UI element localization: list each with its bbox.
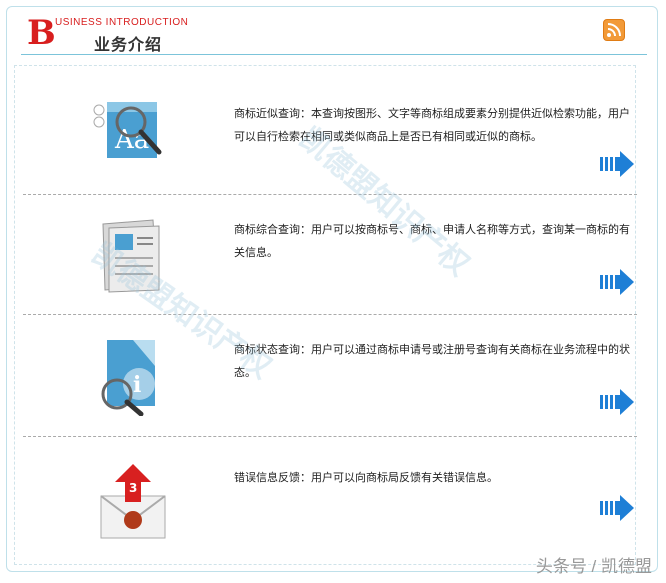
service-list: Aa 商标近似查询：本查询按图形、文字等商标组成要素分别提供近似检索功能，用户可…	[14, 65, 637, 565]
list-item: 商标综合查询：用户可以按商标号、商标、申请人名称等方式，查询某一商标的有关信息。	[15, 194, 637, 315]
service-description: 错误信息反馈：用户可以向商标局反馈有关错误信息。	[234, 471, 498, 484]
info-magnify-icon: i	[93, 336, 173, 417]
more-arrow-icon[interactable]	[600, 268, 636, 296]
list-item: 3 错误信息反馈：用户可以向商标局反馈有关错误信息。	[15, 436, 637, 564]
source-watermark: 头条号 / 凯德盟	[535, 557, 652, 576]
list-item: Aa 商标近似查询：本查询按图形、文字等商标组成要素分别提供近似检索功能，用户可…	[15, 66, 637, 195]
header-divider	[21, 54, 647, 55]
panel-header: B USINESS INTRODUCTION 业务介绍	[7, 7, 657, 59]
more-arrow-icon[interactable]	[600, 150, 636, 178]
page-title: 业务介绍	[94, 35, 163, 54]
magnify-text-icon: Aa	[93, 92, 173, 172]
business-panel: B USINESS INTRODUCTION 业务介绍 Aa 商标近似查询：本查…	[6, 6, 658, 572]
service-description: 商标近似查询：本查询按图形、文字等商标组成要素分别提供近似检索功能，用户可以自行…	[234, 107, 630, 143]
service-description: 商标状态查询：用户可以通过商标申请号或注册号查询有关商标在业务流程中的状态。	[234, 343, 630, 379]
svg-text:i: i	[133, 372, 141, 398]
service-description: 商标综合查询：用户可以按商标号、商标、申请人名称等方式，查询某一商标的有关信息。	[234, 223, 630, 259]
document-papers-icon	[93, 216, 173, 296]
more-arrow-icon[interactable]	[600, 494, 636, 522]
brand-english-title: USINESS INTRODUCTION	[55, 17, 189, 28]
more-arrow-icon[interactable]	[600, 388, 636, 416]
brand-letter: B	[27, 13, 56, 53]
badge-count: 3	[129, 481, 137, 495]
rss-feed-icon[interactable]	[603, 19, 625, 41]
list-item: i 商标状态查询：用户可以通过商标申请号或注册号查询有关商标在业务流程中的状态。	[15, 314, 637, 437]
mail-notification-icon: 3	[93, 462, 173, 542]
